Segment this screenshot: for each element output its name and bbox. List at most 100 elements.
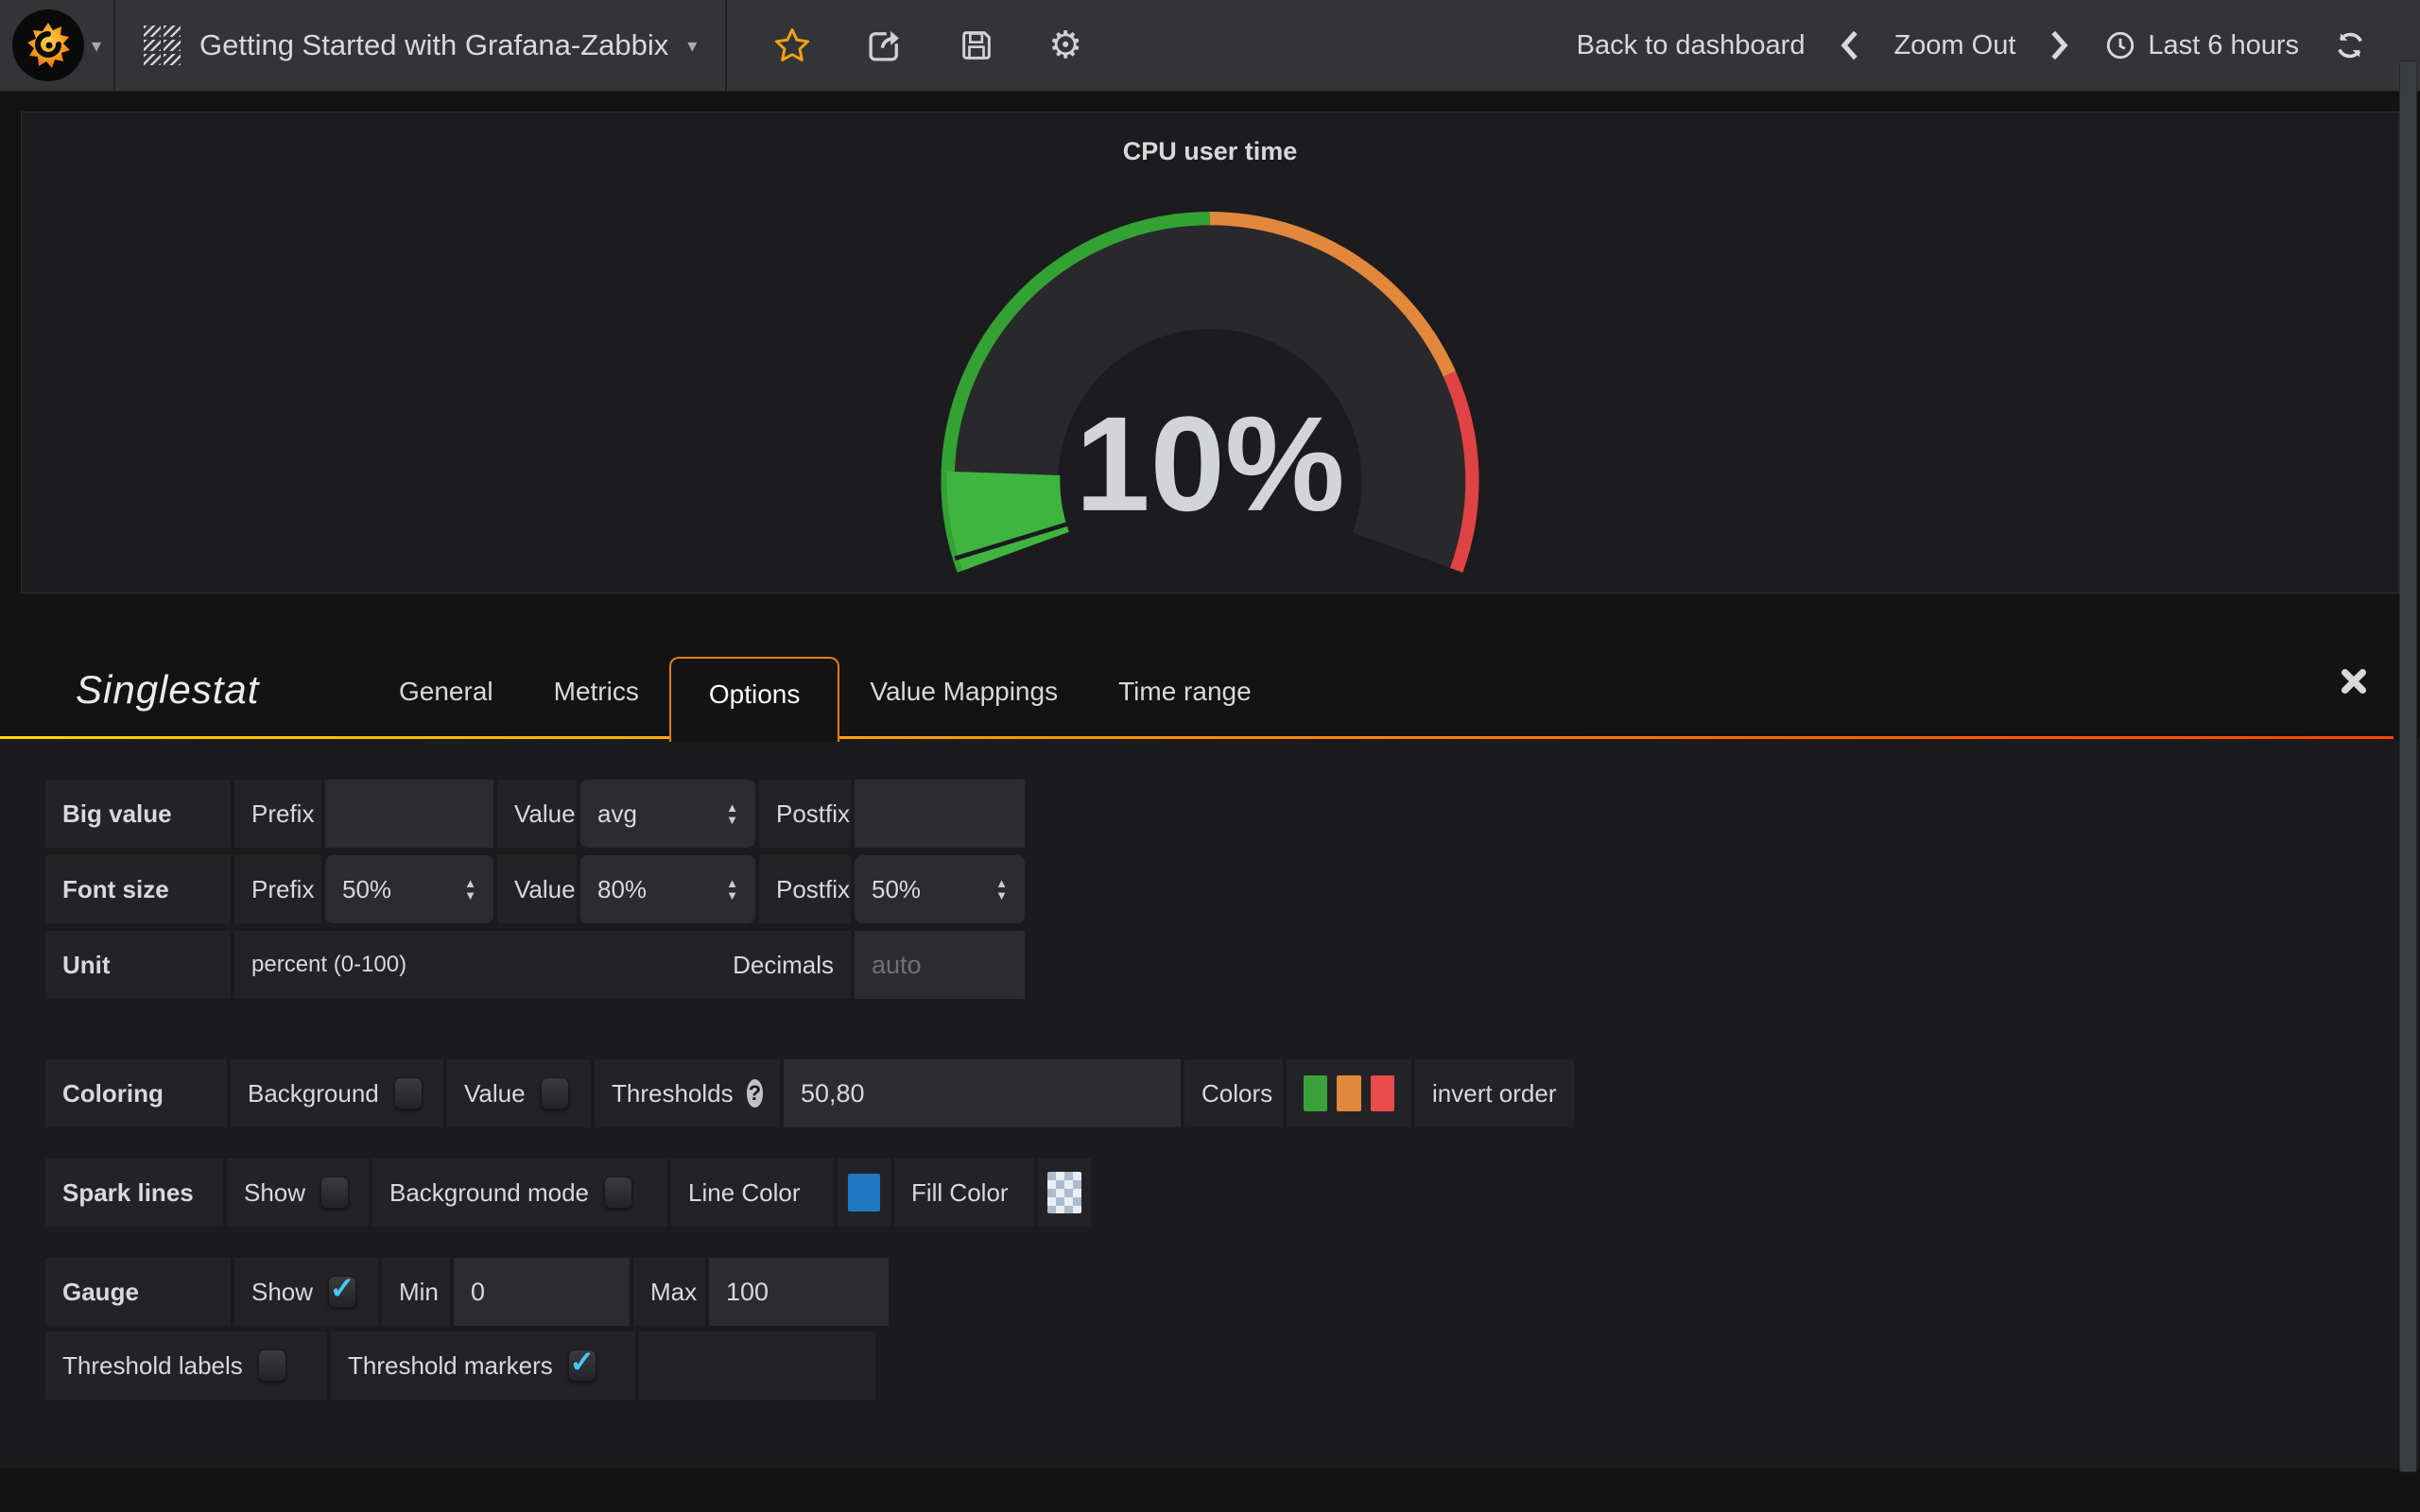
postfix-label: Postfix [759,855,851,923]
coloring-label: Coloring [45,1059,227,1127]
share-button[interactable] [865,26,905,65]
close-editor-button[interactable] [2339,666,2369,701]
max-input-cell [709,1258,889,1326]
background-mode-option: Background mode [372,1159,667,1227]
gauge-chart: 10% [761,112,1659,593]
select-spinner-icon: ▲▼ [726,803,738,825]
decimals-label: Decimals [733,951,834,980]
prefix-input-cell [325,780,493,848]
top-navbar: ▾ Getting Started with Grafana-Zabbix ▾ [0,0,2420,92]
refresh-icon [2333,28,2367,62]
dashboard-title: Getting Started with Grafana-Zabbix [199,28,668,62]
colors-label: Colors [1184,1059,1283,1127]
coloring-background-option: Background [231,1059,443,1127]
prefix-label: Prefix [234,855,321,923]
color-swatch-orange[interactable] [1337,1075,1360,1111]
time-shift-right-button[interactable] [2049,29,2070,61]
spark-show-checkbox[interactable] [320,1177,349,1209]
check-icon: ✓ [330,1270,355,1306]
tab-options[interactable]: Options [669,657,840,742]
thresholds-input-cell [784,1059,1181,1127]
threshold-labels-option: Threshold labels [45,1332,327,1400]
time-shift-left-button[interactable] [1839,29,1859,61]
gauge-max-input[interactable] [726,1278,872,1307]
tab-metrics[interactable]: Metrics [524,677,669,739]
clock-icon [2104,29,2136,61]
gauge-value-label: 10% [1075,389,1344,540]
gauge-row: Gauge Show ✓ Min Max [45,1258,2420,1326]
big-value-postfix-input[interactable] [872,799,1008,829]
value-label: Value [497,855,577,923]
color-swatch-red[interactable] [1371,1075,1394,1111]
background-mode-checkbox[interactable] [604,1177,632,1209]
select-spinner-icon: ▲▼ [464,879,476,901]
thresholds-input[interactable] [801,1079,1164,1108]
editor-tabs: General Metrics Options Value Mappings T… [369,657,1282,739]
decimals-input-cell [855,931,1025,999]
postfix-label: Postfix [759,780,851,848]
unit-select[interactable]: percent (0-100) Decimals [234,931,851,999]
dashboard-picker[interactable]: Getting Started with Grafana-Zabbix ▾ [115,0,727,91]
tab-general[interactable]: General [369,677,524,739]
star-icon [772,26,812,65]
time-range-picker[interactable]: Last 6 hours [2104,29,2299,61]
panel-type-title: Singlestat [76,667,259,713]
grafana-logo-icon [12,9,84,81]
background-checkbox[interactable] [394,1077,423,1109]
fill-color-swatch[interactable] [1047,1172,1081,1213]
tab-value-mappings[interactable]: Value Mappings [839,677,1088,739]
editor-header: Singlestat General Metrics Options Value… [0,593,2420,739]
gauge-min-input[interactable] [471,1278,613,1307]
back-to-dashboard-button[interactable]: Back to dashboard [1577,30,1806,61]
fill-color-cell [1038,1159,1091,1227]
threshold-colors-cell [1287,1059,1411,1127]
value-function-select[interactable]: avg ▲▼ [580,780,755,848]
chevron-left-icon [1839,29,1859,61]
max-label: Max [633,1258,705,1326]
share-icon [865,26,905,65]
save-icon [958,26,995,64]
prefix-size-select[interactable]: 50% ▲▼ [325,855,493,923]
gear-icon: ⚙ [1048,26,1082,64]
postfix-size-select[interactable]: 50% ▲▼ [855,855,1025,923]
settings-button[interactable]: ⚙ [1048,26,1082,64]
line-color-swatch[interactable] [848,1174,880,1211]
spark-show-option: Show [227,1159,369,1227]
spark-lines-label: Spark lines [45,1159,223,1227]
zoom-out-button[interactable]: Zoom Out [1893,30,2015,61]
postfix-input-cell [855,780,1025,848]
panel-editor: Singlestat General Metrics Options Value… [0,593,2420,1490]
singlestat-panel: CPU user time 10% [21,112,2399,593]
empty-cell [639,1332,875,1400]
value-checkbox[interactable] [541,1077,569,1109]
select-spinner-icon: ▲▼ [995,879,1008,901]
chevron-down-icon: ▾ [687,34,697,58]
spark-lines-row: Spark lines Show Background mode Line Co… [45,1159,2420,1227]
threshold-markers-option: Threshold markers ✓ [331,1332,635,1400]
check-icon: ✓ [569,1344,595,1380]
thresholds-label-cell: Thresholds ? [595,1059,780,1127]
chevron-right-icon [2049,29,2070,61]
help-icon[interactable]: ? [747,1079,763,1108]
min-label: Min [382,1258,450,1326]
decimals-input[interactable] [872,951,1008,980]
invert-order-link[interactable]: invert order [1415,1059,1574,1127]
big-value-prefix-input[interactable] [342,799,476,829]
color-swatch-green[interactable] [1304,1075,1327,1111]
threshold-markers-checkbox[interactable]: ✓ [568,1349,596,1382]
vertical-scrollbar[interactable] [2399,60,2417,1472]
select-spinner-icon: ▲▼ [726,879,738,901]
save-button[interactable] [958,26,995,64]
refresh-button[interactable] [2333,28,2367,62]
chevron-down-icon: ▾ [92,34,101,58]
tab-time-range[interactable]: Time range [1088,677,1282,739]
gauge-show-checkbox[interactable]: ✓ [328,1276,356,1308]
unit-row: Unit percent (0-100) Decimals [45,931,2420,999]
line-color-cell [838,1159,890,1227]
star-button[interactable] [772,26,812,65]
threshold-labels-checkbox[interactable] [258,1349,286,1382]
grafana-menu-button[interactable]: ▾ [0,0,115,91]
value-size-select[interactable]: 80% ▲▼ [580,855,755,923]
big-value-row: Big value Prefix Value avg ▲▼ Postfix [45,780,2420,848]
value-label: Value [497,780,577,848]
